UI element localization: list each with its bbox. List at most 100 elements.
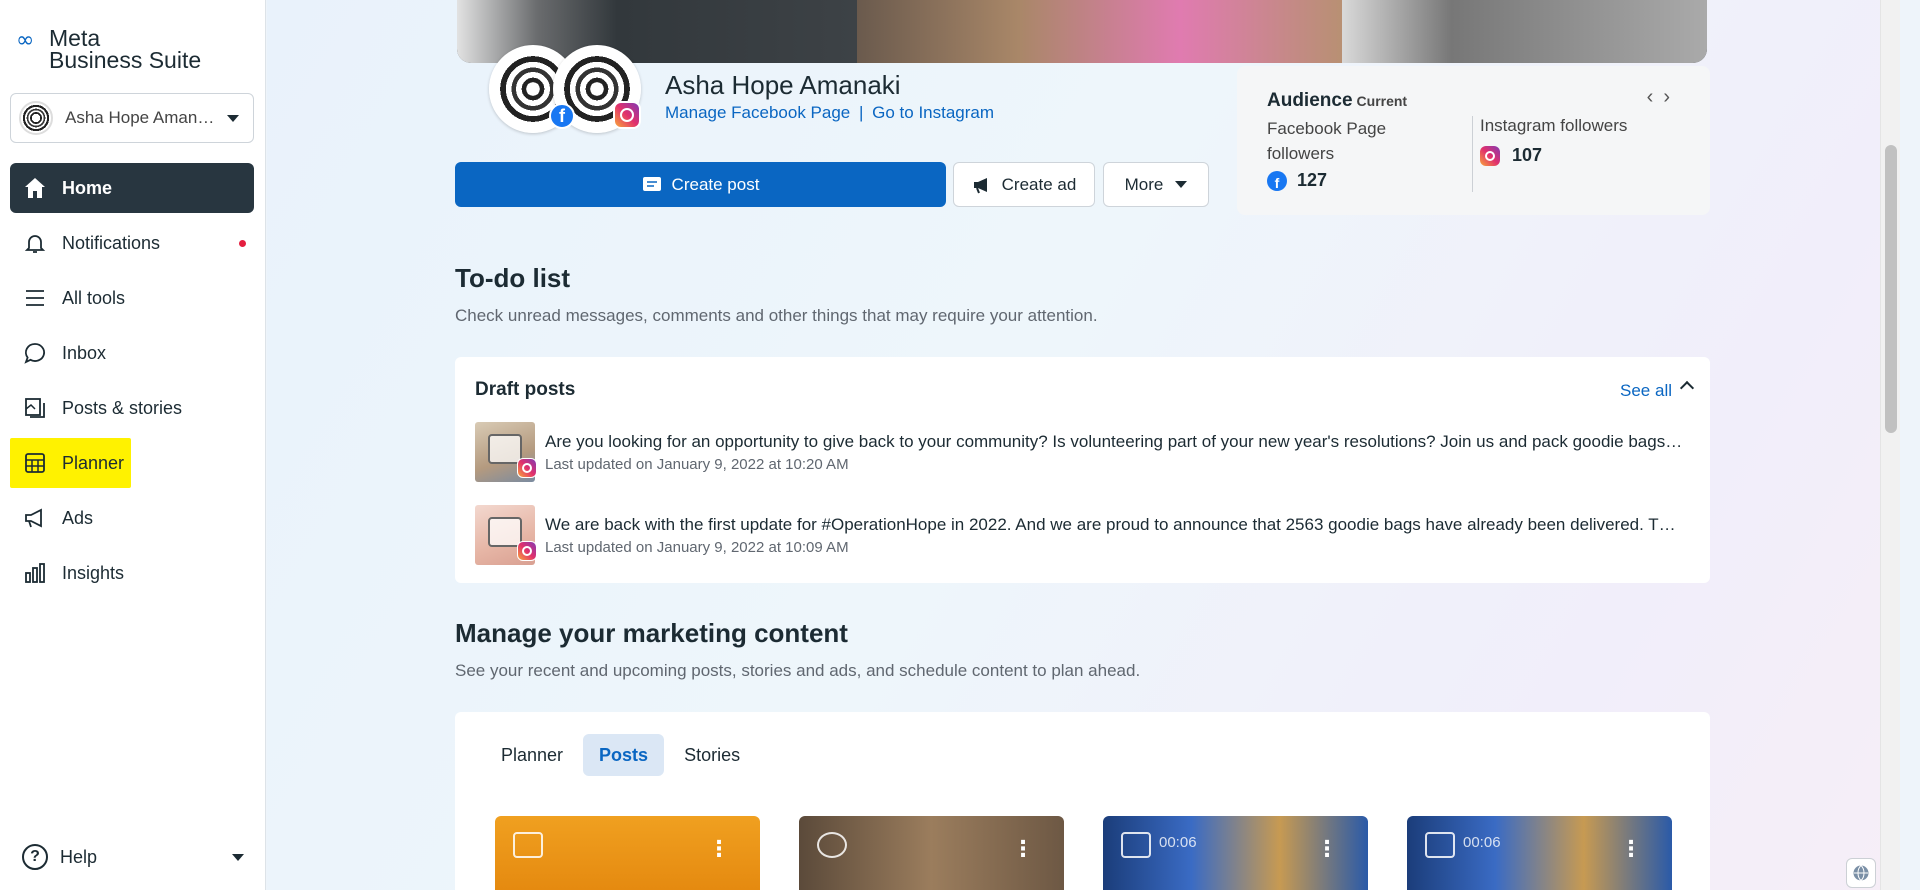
draft-post-text: We are back with the first update for #O… — [545, 515, 1685, 534]
sidebar-item-notifications[interactable]: Notifications — [10, 218, 254, 268]
cover-segment — [857, 0, 1342, 63]
sidebar-item-label: All tools — [62, 287, 126, 308]
draft-thumbnail — [475, 505, 537, 565]
posts-icon — [22, 395, 48, 421]
sidebar-item-label: Ads — [62, 507, 94, 528]
video-duration: 00:06 — [1463, 834, 1501, 851]
tab-planner[interactable]: Planner — [485, 734, 579, 776]
caret-down-icon — [232, 854, 244, 861]
sidebar-item-ads[interactable]: Ads — [10, 493, 254, 543]
bar-chart-icon — [22, 560, 48, 586]
menu-icon — [22, 285, 48, 311]
page-links: Manage Facebook Page | Go to Instagram — [665, 103, 994, 123]
chevron-right-icon[interactable]: › — [1663, 86, 1680, 108]
go-to-instagram-link[interactable]: Go to Instagram — [872, 103, 994, 122]
vertical-scrollbar[interactable] — [1880, 0, 1900, 890]
chevron-up-icon[interactable] — [1679, 380, 1695, 396]
question-icon: ? — [22, 844, 48, 870]
image-icon — [513, 832, 543, 858]
instagram-icon — [517, 458, 537, 478]
instagram-icon — [613, 101, 641, 129]
logo-text-line2: Business Suite — [49, 47, 202, 73]
tab-posts[interactable]: Posts — [583, 734, 665, 776]
create-ad-label: Create ad — [1001, 174, 1077, 194]
post-thumbnail[interactable]: ⋮ — [799, 816, 1064, 890]
more-options-icon[interactable]: ⋮ — [1620, 836, 1642, 862]
facebook-followers-label: Facebook Page followers — [1267, 119, 1387, 163]
sidebar-item-posts-stories[interactable]: Posts & stories — [10, 383, 254, 433]
megaphone-icon — [22, 505, 48, 531]
draft-post-timestamp: Last updated on January 9, 2022 at 10:20… — [545, 456, 849, 473]
marketing-content-title: Manage your marketing content — [455, 618, 848, 648]
sidebar: ∞ Meta Business Suite Asha Hope Amanaki … — [0, 0, 266, 890]
more-actions-button[interactable]: More — [1103, 162, 1209, 207]
sidebar-item-label: Inbox — [62, 342, 107, 363]
cover-segment — [1342, 0, 1707, 63]
home-icon — [22, 175, 48, 201]
sidebar-item-label: Posts & stories — [62, 397, 183, 418]
manage-facebook-page-link[interactable]: Manage Facebook Page — [665, 103, 850, 122]
more-options-icon[interactable]: ⋮ — [708, 836, 730, 862]
meta-infinity-icon: ∞ — [16, 28, 35, 53]
instagram-followers-label: Instagram followers — [1480, 116, 1628, 135]
chat-bubble-icon — [22, 340, 48, 366]
draft-thumbnail — [475, 422, 537, 482]
notification-dot — [239, 240, 246, 247]
draft-posts-card: Draft posts See all Are you looking for … — [455, 357, 1710, 583]
instagram-icon — [517, 541, 537, 561]
audience-title-text: Audience — [1267, 90, 1353, 111]
sidebar-item-all-tools[interactable]: All tools — [10, 273, 254, 323]
link-separator: | — [858, 103, 864, 122]
marketing-content-subtitle: See your recent and upcoming posts, stor… — [455, 661, 1141, 680]
see-all-link[interactable]: See all — [1620, 381, 1672, 401]
create-post-button[interactable]: Create post — [455, 162, 946, 207]
draft-post-row[interactable]: Are you looking for an opportunity to gi… — [475, 422, 1690, 484]
sidebar-item-planner[interactable]: Planner — [10, 438, 131, 488]
compose-icon — [642, 176, 662, 194]
profile-pictures: f — [489, 45, 649, 135]
post-thumbnail[interactable]: ⋮ — [495, 816, 760, 890]
draft-post-row[interactable]: We are back with the first update for #O… — [475, 505, 1690, 567]
video-thumbnail[interactable]: 00:06 ⋮ — [1103, 816, 1368, 890]
audience-title: Audience Current — [1267, 90, 1407, 112]
more-options-icon[interactable]: ⋮ — [1316, 836, 1338, 862]
meta-business-suite-logo[interactable]: ∞ Meta Business Suite — [16, 26, 236, 74]
sidebar-item-insights[interactable]: Insights — [10, 548, 254, 598]
sidebar-nav: Home Notifications All tools Inbox Posts… — [10, 163, 254, 603]
facebook-followers-value: f 127 — [1267, 170, 1327, 191]
create-ad-button[interactable]: Create ad — [953, 162, 1095, 207]
calendar-grid-icon — [22, 450, 48, 476]
main-content: f Asha Hope Amanaki Manage Facebook Page… — [267, 0, 1900, 890]
account-switcher[interactable]: Asha Hope Amanaki — [10, 93, 254, 143]
scrollbar-thumb[interactable] — [1885, 145, 1897, 433]
video-thumbnail[interactable]: 00:06 ⋮ — [1407, 816, 1672, 890]
more-options-icon[interactable]: ⋮ — [1012, 836, 1034, 862]
caret-down-icon — [1175, 181, 1188, 188]
more-label: More — [1124, 174, 1164, 194]
sidebar-item-home[interactable]: Home — [10, 163, 254, 213]
tab-stories[interactable]: Stories — [668, 734, 756, 776]
sidebar-item-label: Planner — [62, 452, 125, 473]
sidebar-item-label: Notifications — [62, 232, 161, 253]
draft-post-text: Are you looking for an opportunity to gi… — [545, 432, 1685, 451]
help-menu[interactable]: ? Help — [22, 844, 244, 870]
chevron-left-icon[interactable]: ‹ — [1647, 86, 1664, 108]
audience-current-label: Current — [1356, 93, 1408, 109]
audience-pager: ‹› — [1647, 86, 1680, 109]
audience-divider — [1472, 116, 1473, 192]
instagram-icon — [1480, 145, 1500, 166]
account-name: Asha Hope Amanaki — [65, 108, 215, 127]
sidebar-item-label: Insights — [62, 562, 125, 583]
video-icon — [1425, 832, 1455, 858]
content-tabs: Planner Posts Stories — [485, 734, 760, 776]
caret-down-icon — [227, 115, 239, 122]
link-icon — [817, 832, 847, 858]
page-title: Asha Hope Amanaki — [665, 70, 901, 100]
instagram-followers-count: 107 — [1512, 145, 1543, 165]
image-placeholder-icon — [488, 517, 522, 547]
sidebar-item-inbox[interactable]: Inbox — [10, 328, 254, 378]
instagram-followers-value: 107 — [1480, 145, 1542, 166]
globe-icon[interactable] — [1846, 858, 1876, 888]
video-duration: 00:06 — [1159, 834, 1197, 851]
todo-list-title: To-do list — [455, 263, 571, 293]
